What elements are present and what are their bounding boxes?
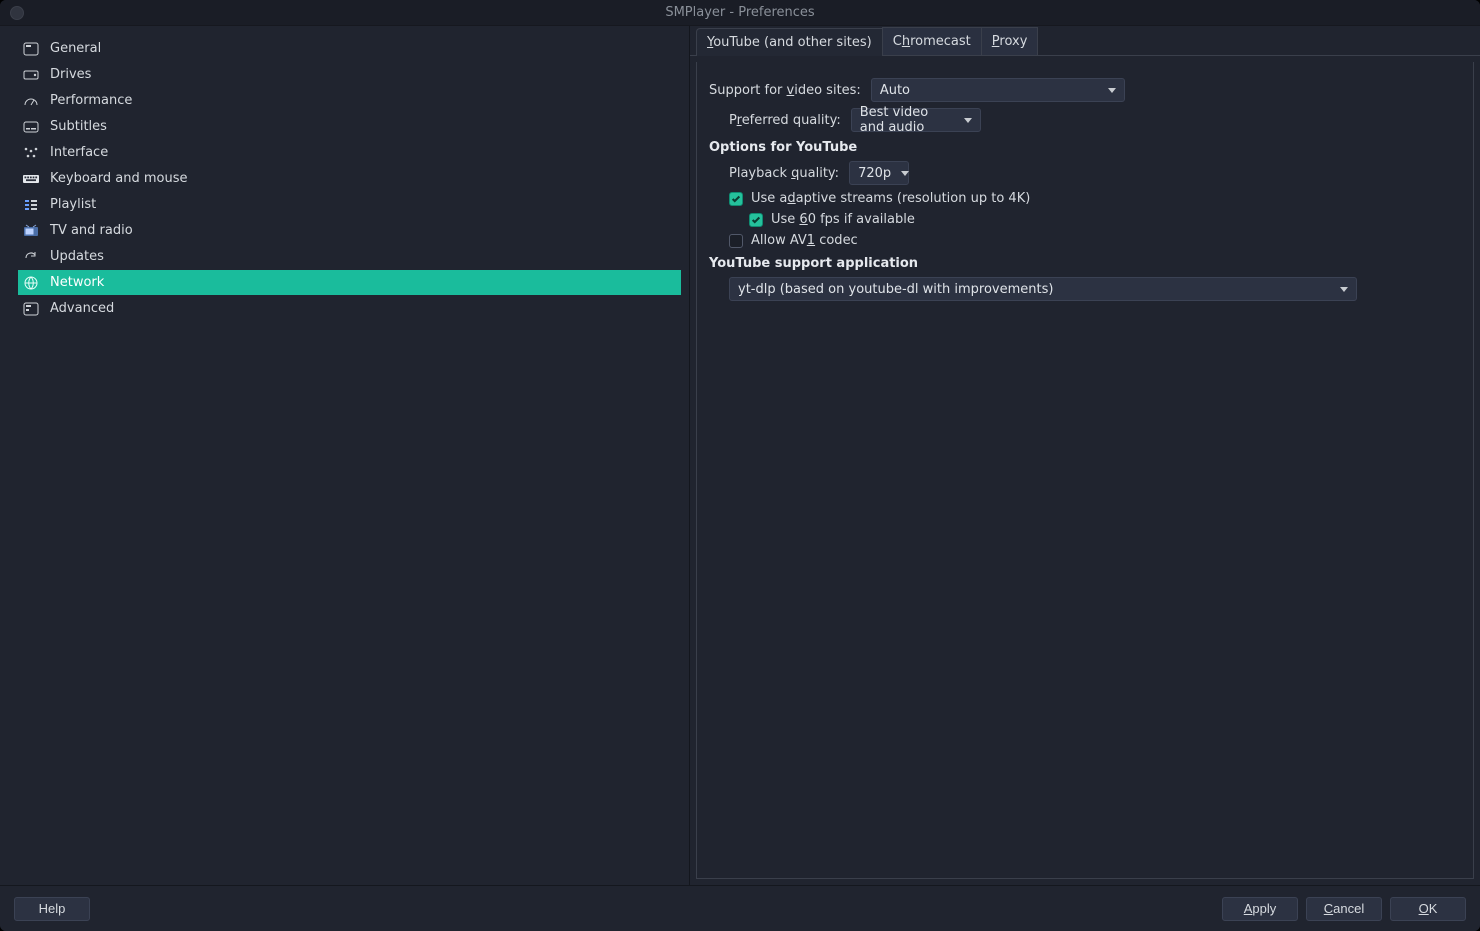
chevron-down-icon xyxy=(964,118,972,123)
support-video-sites-combobox[interactable]: Auto xyxy=(871,78,1125,102)
chevron-down-icon xyxy=(1108,88,1116,93)
update-icon xyxy=(22,249,40,265)
tab-chromecast[interactable]: Chromecast xyxy=(882,27,982,55)
adaptive-streams-checkbox[interactable]: Use adaptive streams (resolution up to 4… xyxy=(729,191,1030,206)
cancel-button[interactable]: Cancel xyxy=(1306,897,1382,921)
sidebar: General Drives Performance xyxy=(0,26,690,885)
window-title: SMPlayer - Preferences xyxy=(665,5,814,20)
tab-page-youtube: Support for video sites: Auto Preferred … xyxy=(696,62,1474,879)
settings-window-icon xyxy=(22,41,40,57)
checkbox-box xyxy=(729,192,743,206)
sidebar-item-label: Playlist xyxy=(50,197,96,212)
sidebar-item-label: Subtitles xyxy=(50,119,107,134)
disk-icon xyxy=(22,67,40,83)
sidebar-item-label: Performance xyxy=(50,93,132,108)
content: General Drives Performance xyxy=(0,26,1480,885)
advanced-icon xyxy=(22,301,40,317)
chevron-down-icon xyxy=(901,171,909,176)
titlebar: SMPlayer - Preferences xyxy=(0,0,1480,26)
tab-label: Chromecast xyxy=(893,34,971,49)
sidebar-item-label: Keyboard and mouse xyxy=(50,171,187,186)
tv-icon xyxy=(22,223,40,239)
interface-icon xyxy=(22,145,40,161)
sidebar-item-general[interactable]: General xyxy=(18,36,681,61)
preferred-quality-label: Preferred quality: xyxy=(729,113,841,128)
sidebar-item-label: General xyxy=(50,41,101,56)
checkbox-box xyxy=(729,234,743,248)
yt-support-app-title: YouTube support application xyxy=(709,256,1461,271)
yt-support-app-combobox[interactable]: yt-dlp (based on youtube-dl with improve… xyxy=(729,277,1357,301)
window-control-dot[interactable] xyxy=(10,6,24,20)
sidebar-item-drives[interactable]: Drives xyxy=(18,62,681,87)
globe-icon xyxy=(22,275,40,291)
sidebar-item-performance[interactable]: Performance xyxy=(18,88,681,113)
combo-value: yt-dlp (based on youtube-dl with improve… xyxy=(738,282,1053,297)
button-label: Help xyxy=(39,901,66,916)
combo-value: Auto xyxy=(880,83,910,98)
tab-label: Proxy xyxy=(992,34,1028,49)
gauge-icon xyxy=(22,93,40,109)
sidebar-item-playlist[interactable]: Playlist xyxy=(18,192,681,217)
help-button[interactable]: Help xyxy=(14,897,90,921)
sidebar-item-label: Interface xyxy=(50,145,108,160)
right-panel: YouTube (and other sites) Chromecast Pro… xyxy=(690,26,1480,885)
preferences-window: SMPlayer - Preferences General Drives xyxy=(0,0,1480,931)
playback-quality-label: Playback quality: xyxy=(729,166,839,181)
sidebar-item-network[interactable]: Network xyxy=(18,270,681,295)
tabs: YouTube (and other sites) Chromecast Pro… xyxy=(690,26,1480,56)
combo-value: Best video and audio xyxy=(860,105,954,135)
sidebar-item-label: Network xyxy=(50,275,104,290)
keyboard-icon xyxy=(22,171,40,187)
sidebar-item-label: Drives xyxy=(50,67,91,82)
use-60fps-checkbox[interactable]: Use 60 fps if available xyxy=(749,212,915,227)
sidebar-item-label: TV and radio xyxy=(50,223,133,238)
checkbox-label: Use 60 fps if available xyxy=(771,212,915,227)
footer: Help Apply Cancel OK xyxy=(0,885,1480,931)
chevron-down-icon xyxy=(1340,287,1348,292)
sidebar-item-advanced[interactable]: Advanced xyxy=(18,296,681,321)
combo-value: 720p xyxy=(858,166,891,181)
support-label: Support for video sites: xyxy=(709,83,861,98)
checkbox-box xyxy=(749,213,763,227)
sidebar-item-interface[interactable]: Interface xyxy=(18,140,681,165)
playback-quality-combobox[interactable]: 720p xyxy=(849,161,909,185)
subtitles-icon xyxy=(22,119,40,135)
sidebar-list: General Drives Performance xyxy=(18,36,681,321)
tab-proxy[interactable]: Proxy xyxy=(981,27,1039,55)
tab-label: YouTube (and other sites) xyxy=(707,35,872,50)
playlist-icon xyxy=(22,197,40,213)
sidebar-item-label: Advanced xyxy=(50,301,114,316)
checkbox-label: Use adaptive streams (resolution up to 4… xyxy=(751,191,1030,206)
checkbox-label: Allow AV1 codec xyxy=(751,233,858,248)
sidebar-item-subtitles[interactable]: Subtitles xyxy=(18,114,681,139)
sidebar-item-keyboard-mouse[interactable]: Keyboard and mouse xyxy=(18,166,681,191)
sidebar-item-label: Updates xyxy=(50,249,104,264)
allow-av1-checkbox[interactable]: Allow AV1 codec xyxy=(729,233,858,248)
options-youtube-title: Options for YouTube xyxy=(709,140,1461,155)
tab-youtube[interactable]: YouTube (and other sites) xyxy=(696,28,883,56)
ok-button[interactable]: OK xyxy=(1390,897,1466,921)
sidebar-item-updates[interactable]: Updates xyxy=(18,244,681,269)
preferred-quality-combobox[interactable]: Best video and audio xyxy=(851,108,981,132)
apply-button[interactable]: Apply xyxy=(1222,897,1298,921)
sidebar-item-tv-radio[interactable]: TV and radio xyxy=(18,218,681,243)
